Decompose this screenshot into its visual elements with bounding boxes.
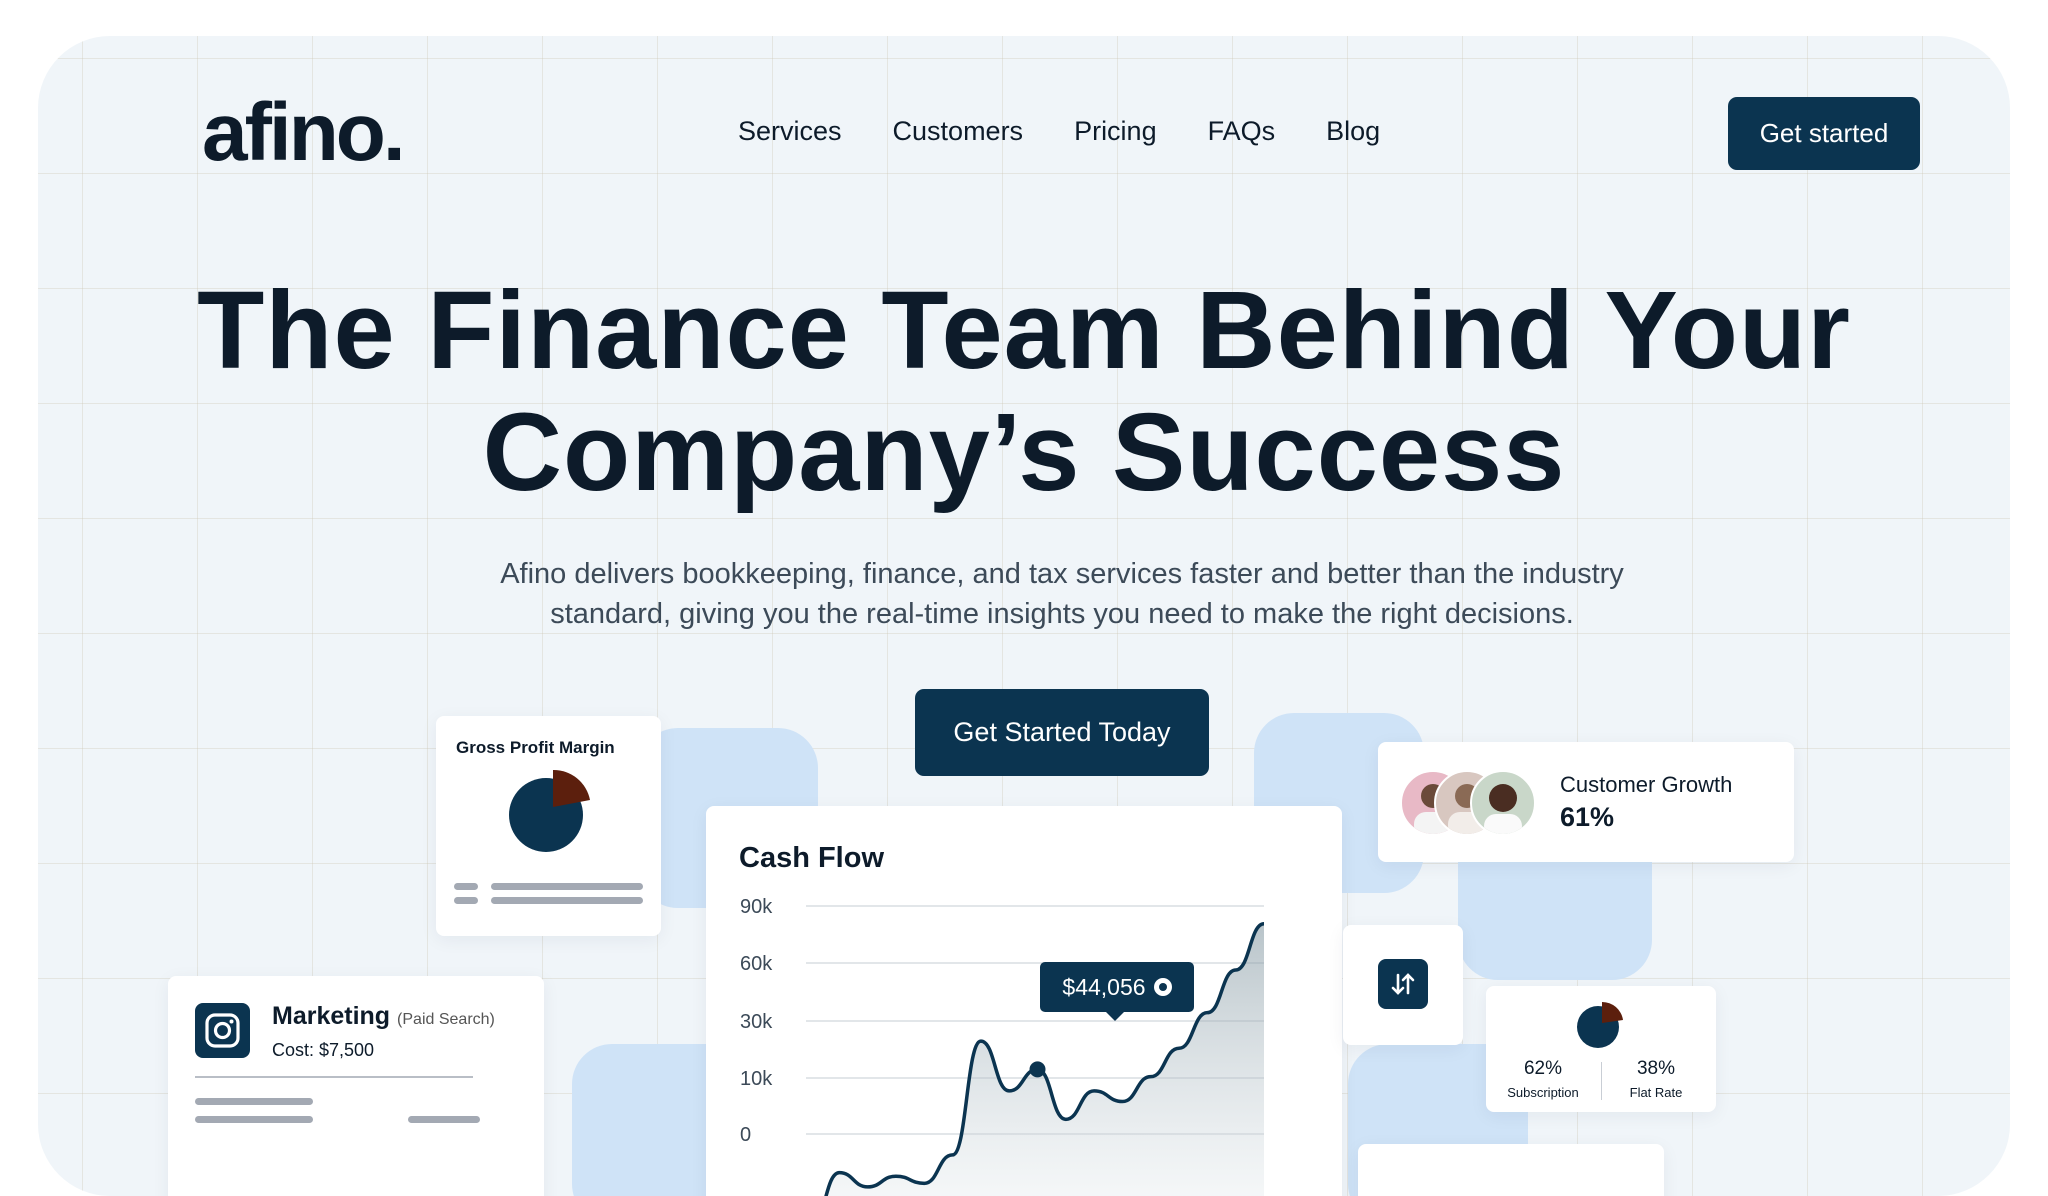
marketing-card: Marketing (Paid Search) Cost: $7,500 <box>168 976 544 1196</box>
y-tick-label: 30k <box>740 1011 773 1033</box>
data-point <box>1029 1061 1046 1078</box>
placeholder-line <box>454 897 478 904</box>
cash-flow-card: Cash Flow 90k 60k 30k 10k 0 <box>706 806 1342 1196</box>
marketing-title-text: Marketing <box>272 1002 391 1030</box>
nav-item-pricing[interactable]: Pricing <box>1074 116 1157 147</box>
gross-profit-card: Gross Profit Margin <box>436 716 661 936</box>
flat-rate-value: 38% <box>1636 1058 1676 1079</box>
revenue-split-card: 62% Subscription 38% Flat Rate <box>1486 986 1716 1112</box>
pie-slice-accent <box>553 769 590 807</box>
marketing-cost: Cost: $7,500 <box>272 1040 375 1060</box>
customer-growth-card: Customer Growth 61% <box>1378 742 1794 862</box>
main-nav: Services Customers Pricing FAQs Blog <box>738 116 1380 147</box>
flat-rate-label: Flat Rate <box>1629 1085 1683 1100</box>
cash-flow-title: Cash Flow <box>739 842 885 874</box>
nav-item-services[interactable]: Services <box>738 116 842 147</box>
gross-profit-pie <box>509 769 590 852</box>
sort-card[interactable] <box>1343 925 1463 1045</box>
customer-growth-label: Customer Growth <box>1560 772 1733 797</box>
subscription-label: Subscription <box>1507 1085 1579 1100</box>
placeholder-line <box>454 883 478 890</box>
hero-subtitle-line-1: Afino delivers bookkeeping, finance, and… <box>500 558 1624 590</box>
divider <box>195 1076 473 1078</box>
cash-flow-tooltip: $44,056 <box>1040 962 1194 1021</box>
cash-flow-area <box>826 923 1264 1196</box>
customer-growth-value: 61% <box>1560 802 1615 832</box>
avatar <box>1470 770 1536 836</box>
y-tick-label: 90k <box>740 896 773 918</box>
indicator-dot-icon <box>1153 978 1172 996</box>
marketing-title: Marketing (Paid Search) <box>272 1002 495 1031</box>
cash-flow-chart: 90k 60k 30k 10k 0 <box>740 896 1265 1196</box>
tooltip-value: $44,056 <box>1062 973 1146 1000</box>
placeholder-line <box>408 1116 480 1123</box>
y-tick-label: 60k <box>740 953 773 975</box>
hero-subtitle-line-2: standard, giving you the real-time insig… <box>550 598 1574 630</box>
marketing-qualifier: (Paid Search) <box>397 1011 495 1028</box>
placeholder-line <box>195 1116 313 1123</box>
instagram-icon <box>195 1003 250 1058</box>
y-tick-label: 10k <box>740 1068 773 1090</box>
placeholder-line <box>195 1098 313 1105</box>
hero-title-line-1: The Finance Team Behind Your <box>197 269 1851 392</box>
get-started-button[interactable]: Get started <box>1728 97 1920 170</box>
nav-item-faqs[interactable]: FAQs <box>1208 116 1276 147</box>
divider <box>1601 1062 1602 1100</box>
pie-slice-accent <box>1602 1001 1623 1023</box>
hero-title: The Finance Team Behind Your Company’s S… <box>38 270 2010 514</box>
y-tick-label: 0 <box>740 1124 751 1146</box>
sort-arrows-icon[interactable] <box>1378 959 1428 1009</box>
hero-frame: afino. Services Customers Pricing FAQs B… <box>38 36 2010 1196</box>
gross-profit-title: Gross Profit Margin <box>456 738 615 757</box>
placeholder-line <box>491 883 643 890</box>
hero-subtitle: Afino delivers bookkeeping, finance, and… <box>462 554 1662 634</box>
get-started-today-button[interactable]: Get Started Today <box>915 689 1209 776</box>
nav-item-blog[interactable]: Blog <box>1326 116 1380 147</box>
revenue-split-pie <box>1577 1001 1623 1048</box>
subscription-value: 62% <box>1523 1058 1563 1079</box>
brand-logo[interactable]: afino. <box>202 86 406 180</box>
placeholder-line <box>491 897 643 904</box>
hero-title-line-2: Company’s Success <box>482 391 1566 514</box>
nav-item-customers[interactable]: Customers <box>893 116 1024 147</box>
